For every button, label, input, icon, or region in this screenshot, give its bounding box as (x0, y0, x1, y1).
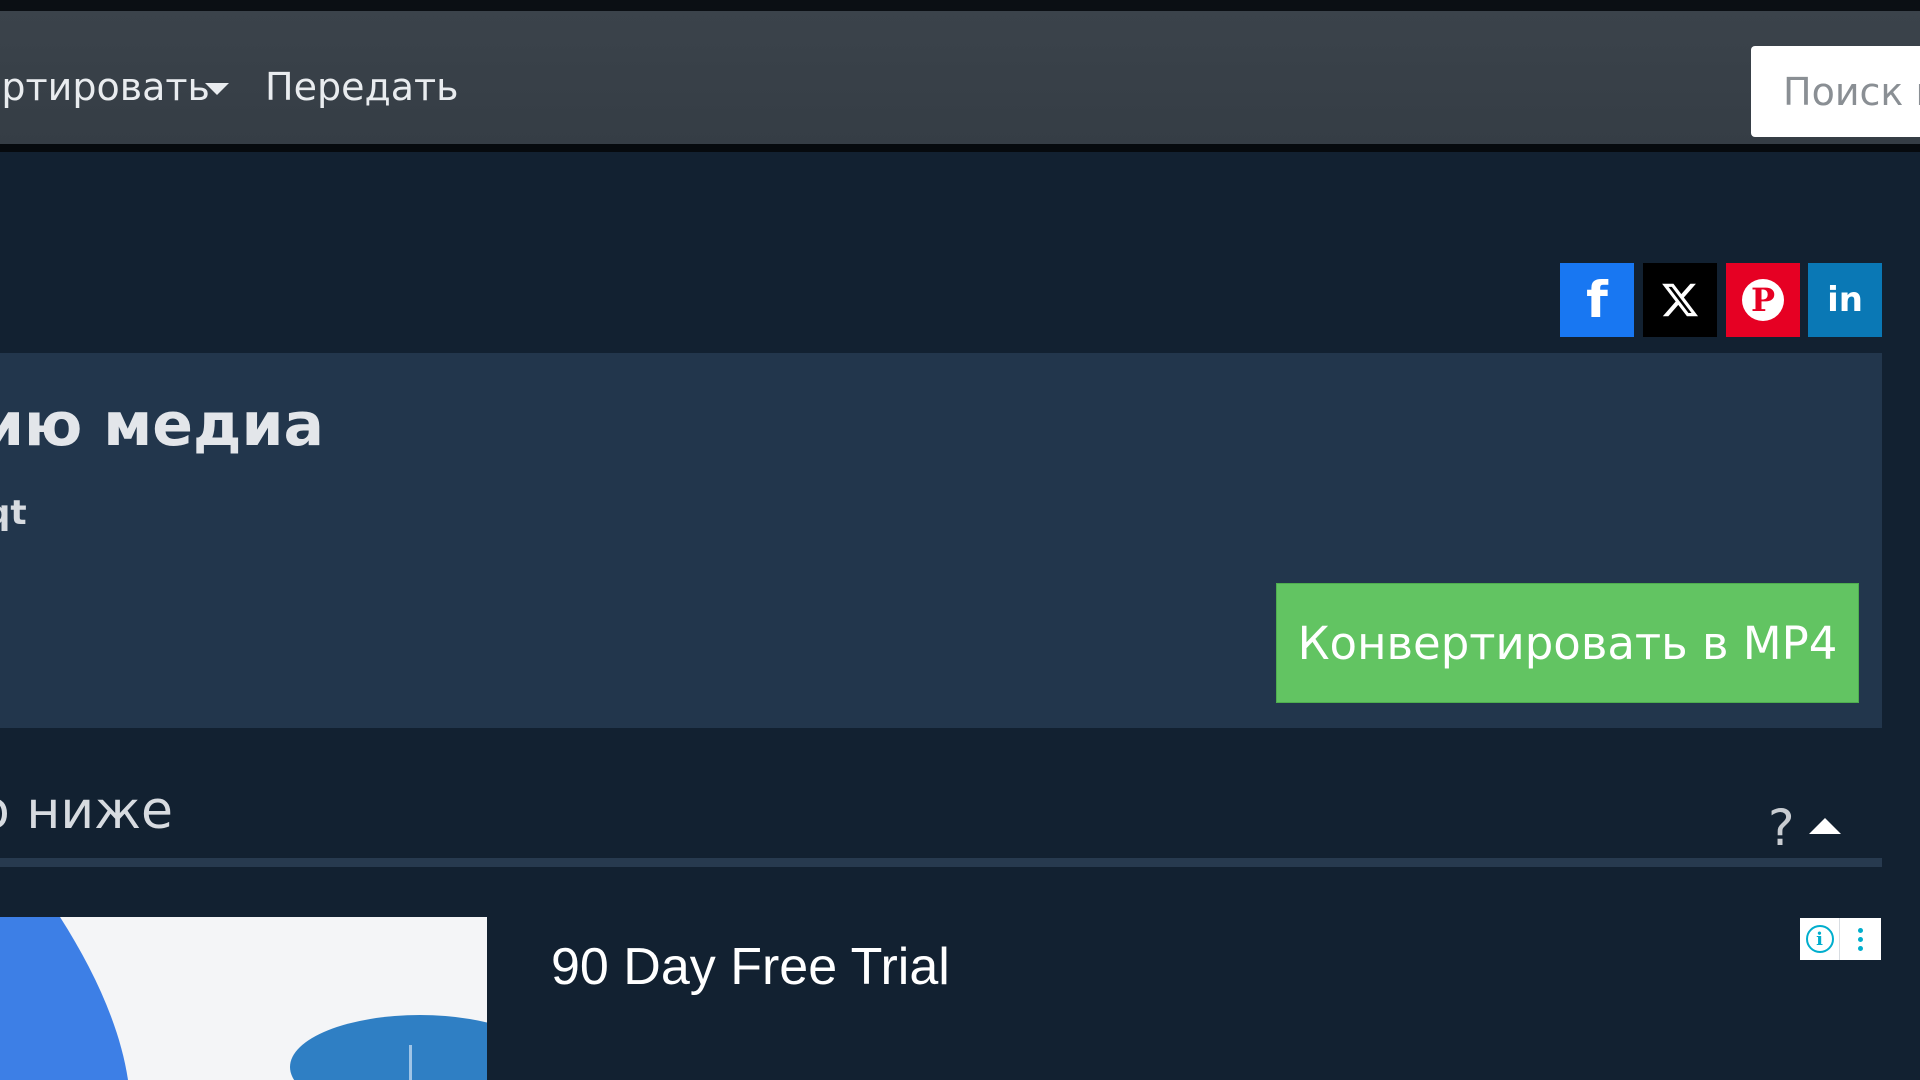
section-divider (0, 858, 1882, 867)
facebook-icon: f (1586, 271, 1608, 329)
ad-title[interactable]: 90 Day Free Trial (551, 936, 950, 998)
nav-convert-menu[interactable]: ертировать (0, 64, 210, 110)
ad-info-button[interactable]: i (1800, 918, 1840, 960)
convert-to-mp4-button[interactable]: Конвертировать в MP4 (1276, 583, 1859, 703)
section-heading: о ниже (0, 781, 173, 841)
top-edge-strip (0, 0, 1920, 11)
kebab-dot (1858, 945, 1863, 951)
ad-image[interactable] (0, 917, 487, 1080)
pinterest-icon: P (1742, 279, 1784, 321)
share-pinterest-button[interactable]: P (1726, 263, 1800, 337)
kebab-dot (1858, 927, 1863, 933)
search-input[interactable] (1751, 46, 1920, 137)
share-linkedin-button[interactable]: in (1808, 263, 1882, 337)
linkedin-icon: in (1827, 280, 1863, 320)
search-box[interactable] (1751, 46, 1920, 137)
kebab-dot (1858, 936, 1863, 942)
chevron-down-icon[interactable] (205, 83, 229, 95)
share-x-button[interactable] (1643, 263, 1717, 337)
nav-transfer-link[interactable]: Передать (265, 64, 459, 110)
ad-choices-badge[interactable]: i (1800, 918, 1881, 960)
help-icon[interactable]: ? (1768, 798, 1795, 858)
ad-menu-button[interactable] (1840, 918, 1881, 960)
page-subtitle: qt (0, 493, 27, 533)
ad-graphic (0, 917, 487, 1080)
chevron-up-icon[interactable] (1809, 818, 1841, 834)
pinterest-glyph: P (1750, 281, 1776, 319)
share-facebook-button[interactable]: f (1560, 263, 1634, 337)
info-icon: i (1805, 925, 1834, 953)
navbar: ертировать Передать (0, 11, 1920, 152)
x-logo-icon (1662, 283, 1699, 317)
page-title: ию медиа (0, 390, 324, 460)
